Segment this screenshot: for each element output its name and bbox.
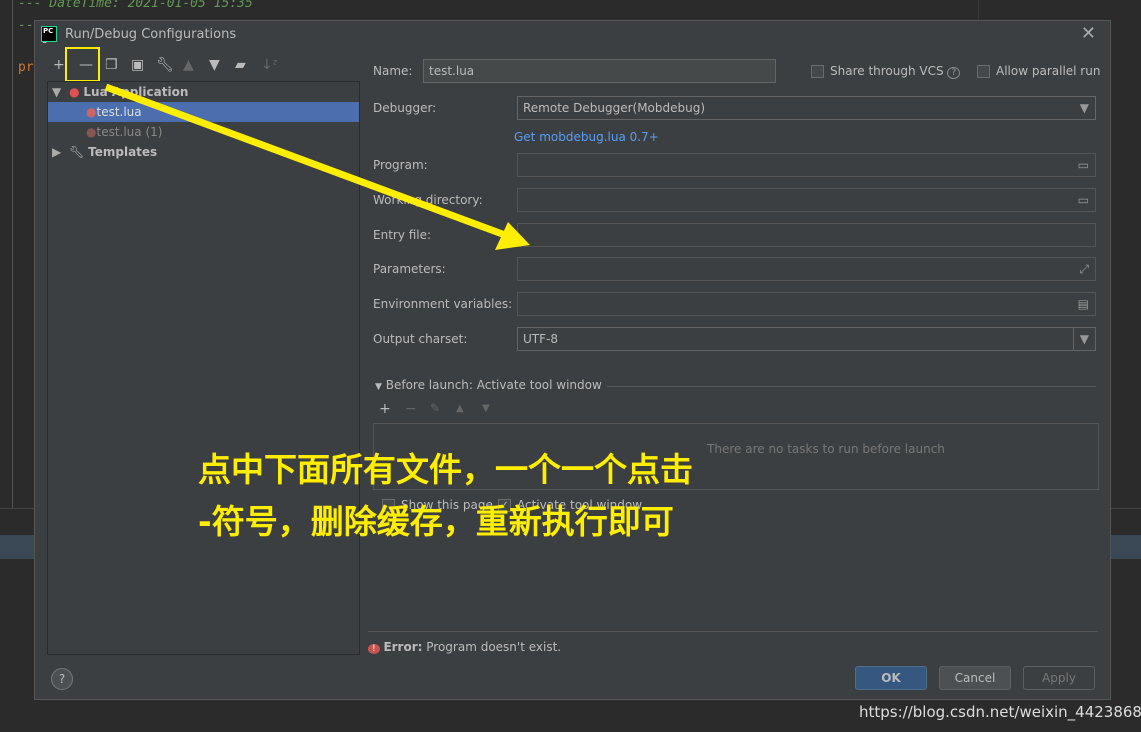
watermark: https://blog.csdn.net/weixin_44238683 (859, 703, 1141, 721)
annotation-arrow (104, 83, 530, 250)
annotation-line1: 点中下面所有文件，一个一个点击 (198, 450, 693, 489)
annotation-line2: -符号，删除缓存，重新执行即可 (198, 502, 674, 541)
